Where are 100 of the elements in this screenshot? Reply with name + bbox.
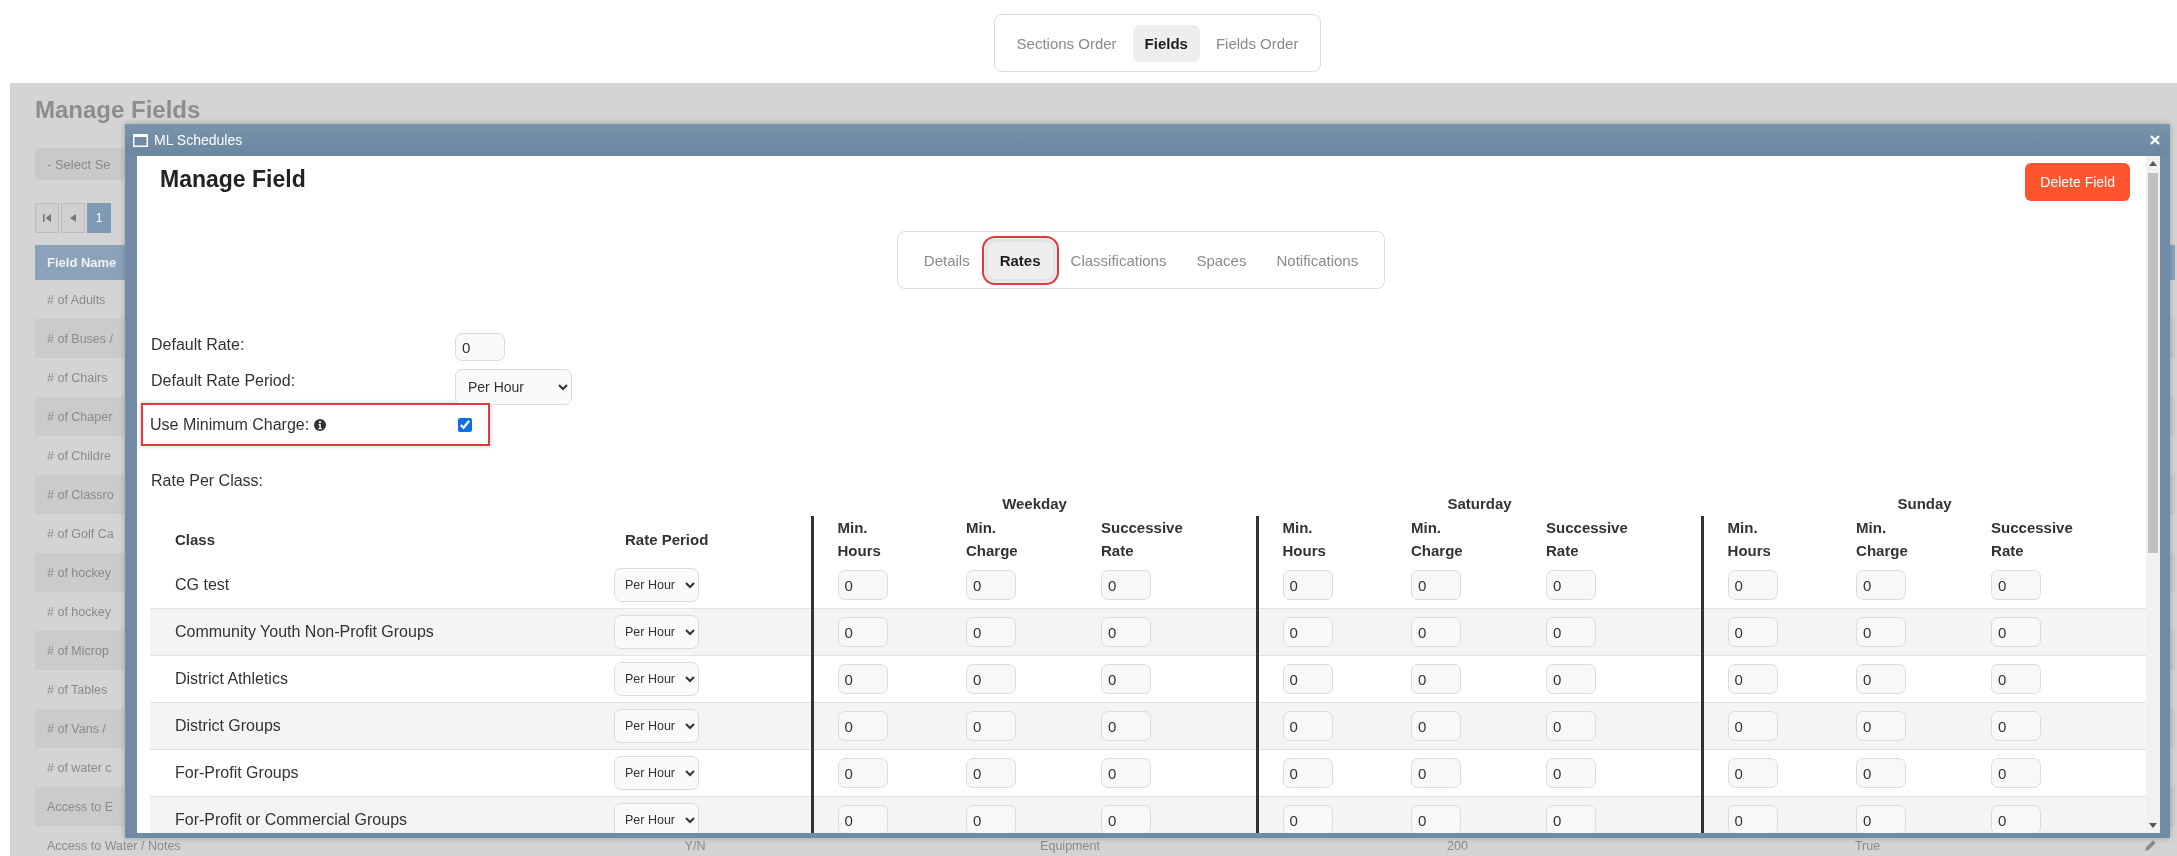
- window-title: ML Schedules: [154, 132, 244, 148]
- rate-input[interactable]: 0: [1101, 758, 1151, 788]
- rate-input[interactable]: 0: [1991, 711, 2042, 741]
- rate-input[interactable]: 0: [1727, 664, 1778, 694]
- field-label: Use Minimum Charge:: [150, 416, 310, 434]
- rate-input[interactable]: 0: [1411, 617, 1462, 647]
- rate-input[interactable]: 0: [1282, 570, 1333, 600]
- rate-input[interactable]: 0: [1546, 570, 1597, 600]
- period-select[interactable]: Per Hour: [614, 662, 699, 696]
- rate-input[interactable]: 0: [1727, 711, 1778, 741]
- rate-input[interactable]: 0: [1727, 617, 1778, 647]
- rate-input[interactable]: 0: [1101, 617, 1151, 647]
- table-cell-text: # of Golf Ca: [46, 526, 114, 541]
- rate-input[interactable]: 0: [1546, 805, 1597, 833]
- rate-input[interactable]: 0: [1282, 711, 1333, 741]
- rate-input[interactable]: 0: [1101, 711, 1151, 741]
- rate-input[interactable]: 0: [1991, 805, 2042, 833]
- rate-input[interactable]: 0: [1991, 664, 2042, 694]
- column-header: Successive Rate: [1101, 518, 1183, 561]
- tab[interactable]: Classifications: [1058, 241, 1179, 279]
- class-name: Community Youth Non-Profit Groups: [175, 623, 434, 640]
- rate-input[interactable]: 0: [1411, 711, 1462, 741]
- rate-input[interactable]: 0: [1727, 805, 1778, 833]
- rate-input[interactable]: 0: [1546, 617, 1597, 647]
- rate-input[interactable]: 0: [1546, 711, 1597, 741]
- group-header: Saturday: [1447, 494, 1512, 512]
- rate-input[interactable]: 0: [1101, 664, 1151, 694]
- tab[interactable]: Spaces: [1184, 241, 1259, 279]
- rate-input[interactable]: 0: [1101, 805, 1151, 833]
- rate-input[interactable]: 0: [1727, 570, 1778, 600]
- rate-input[interactable]: 0: [1856, 758, 1907, 788]
- checkbox[interactable]: [458, 418, 472, 432]
- rate-input[interactable]: 0: [837, 758, 888, 788]
- rate-input[interactable]: 0: [966, 664, 1016, 694]
- rate-input[interactable]: 0: [1546, 758, 1597, 788]
- rate-input[interactable]: 0: [837, 617, 888, 647]
- rate-input[interactable]: 0: [837, 570, 888, 600]
- rate-input[interactable]: 0: [1282, 617, 1333, 647]
- table-cell-text: # of Chaper: [46, 409, 113, 424]
- column-header: Min. Hours: [837, 518, 881, 561]
- rate-input[interactable]: 0: [1991, 758, 2042, 788]
- rate-input[interactable]: 0: [1411, 758, 1462, 788]
- column-header: Min. Hours: [1282, 518, 1326, 561]
- class-name: For-Profit or Commercial Groups: [175, 811, 408, 828]
- first-page-button[interactable]: [35, 203, 59, 233]
- rate-input[interactable]: 0: [1411, 805, 1462, 833]
- rate-input[interactable]: 0: [966, 617, 1016, 647]
- rate-input[interactable]: 0: [1282, 805, 1333, 833]
- rate-input[interactable]: 0: [966, 805, 1016, 833]
- table-cell-text: Access to Water / Notes: [46, 838, 181, 853]
- period-select[interactable]: Per Hour: [614, 756, 699, 790]
- rate-input[interactable]: 0: [966, 711, 1016, 741]
- previous-page-button[interactable]: [61, 203, 85, 233]
- scroll-up-icon[interactable]: [2149, 161, 2157, 166]
- rate-input[interactable]: 0: [1411, 664, 1462, 694]
- period-select[interactable]: Per Hour: [614, 709, 699, 743]
- group-header: Sunday: [1897, 494, 1952, 512]
- column-header: Class: [175, 529, 216, 550]
- period-select[interactable]: Per Hour: [614, 803, 699, 833]
- table-cell-text: # of Tables: [46, 682, 108, 697]
- scrollbar[interactable]: [2146, 156, 2160, 833]
- rate-input[interactable]: 0: [1546, 664, 1597, 694]
- table-cell-text: 200: [1446, 838, 1469, 853]
- previous-page-icon: [70, 214, 76, 222]
- view-tab[interactable]: Fields: [1132, 24, 1200, 62]
- table-cell-text: # of Classro: [46, 487, 114, 502]
- table-cell-text: Access to E: [46, 799, 113, 814]
- table-cell-text: # of Chairs: [46, 370, 108, 385]
- rate-input[interactable]: 0: [1856, 570, 1907, 600]
- tab[interactable]: Details: [911, 241, 982, 279]
- rate-input[interactable]: 0: [1991, 617, 2042, 647]
- rate-input[interactable]: 0: [837, 805, 888, 833]
- close-icon[interactable]: [2150, 135, 2160, 145]
- rate-input[interactable]: 0: [1856, 805, 1907, 833]
- table-cell-text: # of hockey: [46, 604, 111, 619]
- rate-input[interactable]: 0: [1282, 664, 1333, 694]
- rate-input[interactable]: 0: [1727, 758, 1778, 788]
- view-tab[interactable]: Sections Order: [1004, 24, 1129, 62]
- rate-input[interactable]: 0: [455, 333, 505, 361]
- period-select[interactable]: Per Hour: [614, 615, 699, 649]
- rate-input[interactable]: 0: [1856, 664, 1907, 694]
- rate-input[interactable]: 0: [837, 711, 888, 741]
- table-cell-text: # of Vans /: [46, 721, 106, 736]
- rate-input[interactable]: 0: [1282, 758, 1333, 788]
- rate-input[interactable]: 0: [966, 570, 1016, 600]
- rate-input[interactable]: 0: [1411, 570, 1462, 600]
- rate-input[interactable]: 0: [1856, 617, 1907, 647]
- table-cell-text: Equipment: [1039, 838, 1101, 853]
- rate-input[interactable]: 0: [1991, 570, 2042, 600]
- rate-input[interactable]: 0: [1101, 570, 1151, 600]
- rate-input[interactable]: 0: [837, 664, 888, 694]
- tab[interactable]: Notifications: [1264, 241, 1371, 279]
- scroll-down-icon[interactable]: [2149, 823, 2157, 828]
- rate-input[interactable]: 0: [966, 758, 1016, 788]
- period-select[interactable]: Per Hour: [614, 568, 699, 602]
- period-select[interactable]: Per Hour: [455, 369, 572, 405]
- scroll-thumb[interactable]: [2148, 173, 2158, 553]
- info-icon[interactable]: [314, 419, 327, 431]
- rate-input[interactable]: 0: [1856, 711, 1907, 741]
- table-cell-text: # of Childre: [46, 448, 111, 463]
